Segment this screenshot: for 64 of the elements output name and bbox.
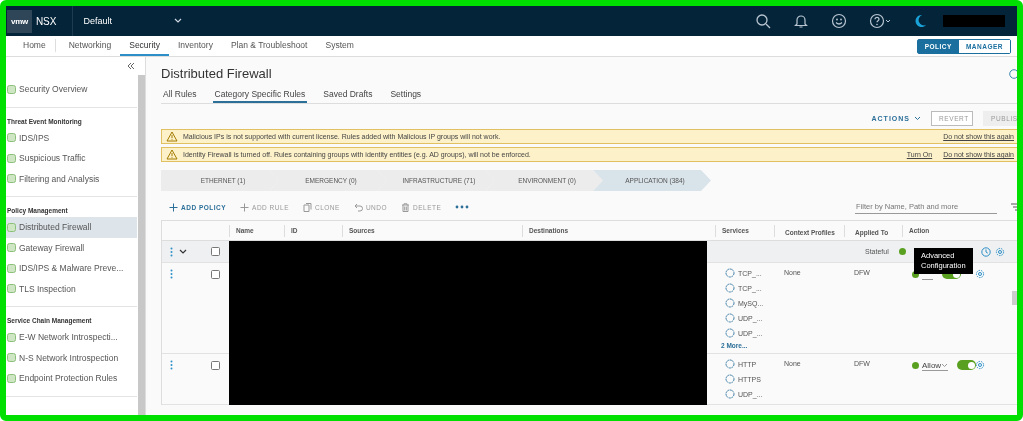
sidebar-item[interactable]: Security Overview <box>6 79 137 100</box>
status-dot <box>912 362 919 369</box>
scrollbar[interactable] <box>1012 291 1017 305</box>
page-tab[interactable]: Settings <box>388 87 424 103</box>
menu-item-icon <box>7 284 16 294</box>
caret-icon <box>174 18 183 24</box>
sidebar-item[interactable]: Suspicious Traffic <box>6 148 137 169</box>
row-checkbox[interactable] <box>211 269 220 279</box>
toolbar-icon <box>401 202 410 212</box>
settings-icon[interactable] <box>995 246 1005 257</box>
sidebar-item[interactable]: TLS Inspection <box>6 278 137 299</box>
nav-tab[interactable]: System <box>316 36 363 56</box>
caret-icon <box>941 362 949 368</box>
row-checkbox[interactable] <box>211 360 220 370</box>
more-icon[interactable] <box>455 205 470 209</box>
moon-icon[interactable] <box>913 13 927 29</box>
menu-item-icon <box>7 174 16 184</box>
sidebar-item[interactable]: Endpoint Protection Rules <box>6 368 137 389</box>
drag-handle-icon[interactable] <box>170 246 173 257</box>
action-dropdown[interactable]: Allow <box>922 360 949 371</box>
drag-handle-icon[interactable] <box>170 360 173 370</box>
page-title: Distributed Firewall <box>161 66 272 81</box>
warning-icon <box>166 149 178 160</box>
smiley-icon[interactable] <box>831 13 847 29</box>
rule-toggle[interactable] <box>957 360 977 370</box>
sidebar-item[interactable]: Distributed Firewall <box>6 217 137 238</box>
settings-icon[interactable] <box>975 360 985 370</box>
menu-item-icon <box>7 222 16 232</box>
search-icon[interactable] <box>755 13 771 29</box>
nav-tab[interactable]: Home <box>14 39 56 53</box>
status-dot <box>898 248 906 255</box>
expand-caret-icon[interactable] <box>179 248 187 255</box>
bell-icon[interactable] <box>793 13 809 29</box>
sidebar-item[interactable]: N-S Network Introspection <box>6 347 137 368</box>
sidebar-item[interactable]: IDS/IPS & Malware Preve... <box>6 258 137 279</box>
toolbar-icon <box>302 202 312 212</box>
scrollbar[interactable] <box>138 75 145 415</box>
collapse-icon[interactable] <box>127 62 135 70</box>
sidebar-item[interactable]: Filtering and Analysis <box>6 168 137 189</box>
warning-icon <box>166 131 178 142</box>
product-name: NSX <box>35 15 57 27</box>
redacted-block <box>943 15 1005 27</box>
help-icon[interactable] <box>869 13 891 29</box>
sidebar-item[interactable]: E-W Network Introspecti... <box>6 327 137 348</box>
nav-tab[interactable]: Plan & Troubleshoot <box>221 36 317 56</box>
menu-item-icon <box>7 332 16 342</box>
caret-icon <box>914 116 921 121</box>
row-checkbox[interactable] <box>211 247 220 256</box>
page-tab[interactable]: Saved Drafts <box>321 87 375 103</box>
nav-tab[interactable]: Inventory <box>168 36 222 56</box>
history-icon[interactable] <box>981 246 991 257</box>
info-icon[interactable] <box>1009 69 1017 79</box>
settings-icon[interactable] <box>975 269 985 279</box>
page-tab[interactable]: Category Specific Rules <box>212 87 308 103</box>
menu-item-icon <box>7 84 16 94</box>
vendor-logo: vmw <box>7 9 32 33</box>
drag-handle-icon[interactable] <box>170 269 173 279</box>
sidebar-item[interactable]: IDS/IPS <box>6 127 137 148</box>
toolbar-icon <box>169 202 178 212</box>
toolbar-icon <box>353 202 363 212</box>
sidebar-item[interactable]: Gateway Firewall <box>6 237 137 258</box>
toolbar-icon <box>240 202 250 212</box>
page-tab[interactable]: All Rules <box>161 87 199 103</box>
nav-tab[interactable]: Networking <box>59 36 121 56</box>
